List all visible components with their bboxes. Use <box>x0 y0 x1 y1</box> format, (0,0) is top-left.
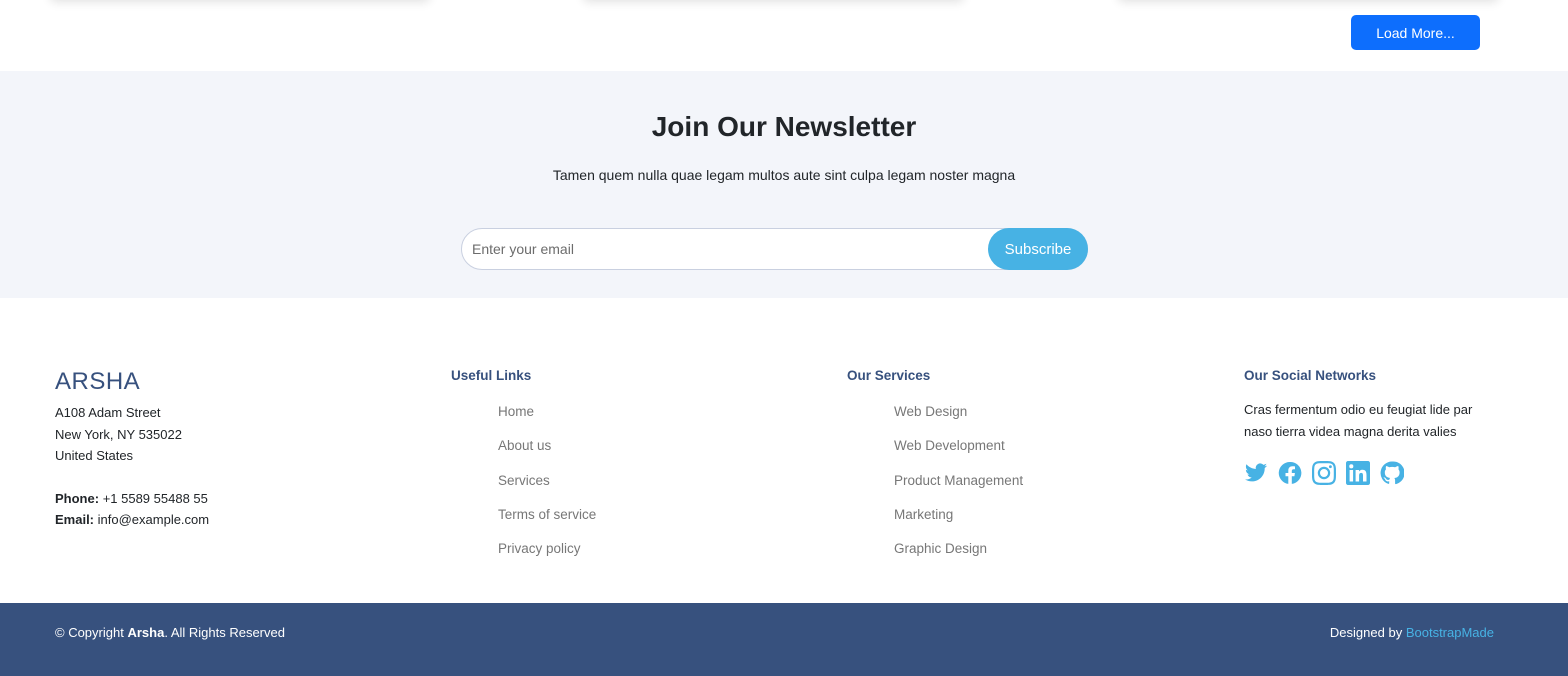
link-home[interactable]: Home <box>498 404 534 419</box>
address-line: A108 Adam Street <box>55 405 161 420</box>
address-line: United States <box>55 448 134 463</box>
services-list: Web Design Web Development Product Manag… <box>894 402 1023 573</box>
footer-link-item: Services <box>498 471 596 505</box>
facebook-icon[interactable] <box>1278 461 1302 485</box>
credits: Designed by BootstrapMade <box>1330 625 1494 640</box>
social-icons <box>1244 461 1405 485</box>
designed-by-label: Designed by <box>1329 625 1403 640</box>
newsletter-title: Join Our Newsletter <box>651 111 917 142</box>
footer-brand: ARSHA <box>55 368 141 395</box>
link-web-design[interactable]: Web Design <box>894 404 967 419</box>
phone-line: Phone: +1 5589 55488 55 <box>55 488 209 510</box>
copyright-suffix: . All Rights Reserved <box>164 625 285 640</box>
social-networks-title: Our Social Networks <box>1244 368 1377 383</box>
github-icon[interactable] <box>1380 461 1405 485</box>
link-about-us[interactable]: About us <box>498 438 551 453</box>
footer-link-item: Home <box>498 402 596 436</box>
designer-link[interactable]: BootstrapMade <box>1406 625 1494 640</box>
useful-links-list: Home About us Services Terms of service … <box>498 402 596 573</box>
link-marketing[interactable]: Marketing <box>894 507 953 522</box>
newsletter-section: Join Our Newsletter Tamen quem nulla qua… <box>0 71 1568 298</box>
phone-label: Phone: <box>55 490 100 506</box>
footer-link-item: Terms of service <box>498 505 596 539</box>
email-input[interactable] <box>462 229 989 269</box>
footer-link-item: About us <box>498 436 596 470</box>
footer-link-item: Marketing <box>894 505 1023 539</box>
newsletter-subtitle: Tamen quem nulla quae legam multos aute … <box>552 167 1016 183</box>
email-value: info@example.com <box>97 512 210 527</box>
useful-links-title: Useful Links <box>451 368 532 383</box>
our-services-title: Our Services <box>847 368 931 383</box>
subscribe-form: Subscribe <box>461 228 1088 270</box>
instagram-icon[interactable] <box>1312 461 1336 485</box>
copyright: © Copyright Arsha. All Rights Reserved <box>55 625 285 640</box>
footer-top: ARSHA A108 Adam Street New York, NY 5350… <box>0 298 1568 603</box>
footer-link-item: Web Development <box>894 436 1023 470</box>
link-terms-of-service[interactable]: Terms of service <box>498 507 596 522</box>
twitter-icon[interactable] <box>1244 461 1268 485</box>
footer-link-item: Product Management <box>894 471 1023 505</box>
link-web-development[interactable]: Web Development <box>894 438 1005 453</box>
copyright-prefix: © Copyright <box>55 625 124 640</box>
copyright-brand: Arsha <box>127 625 165 640</box>
link-product-management[interactable]: Product Management <box>894 473 1023 488</box>
footer-contact: A108 Adam Street New York, NY 535022 Uni… <box>55 402 209 531</box>
phone-value: +1 5589 55488 55 <box>102 490 208 506</box>
link-graphic-design[interactable]: Graphic Design <box>894 541 987 556</box>
footer-link-item: Privacy policy <box>498 539 596 573</box>
footer-link-item: Graphic Design <box>894 539 1023 573</box>
link-privacy-policy[interactable]: Privacy policy <box>498 541 581 556</box>
linkedin-icon[interactable] <box>1346 461 1370 485</box>
subscribe-button[interactable]: Subscribe <box>988 228 1088 270</box>
email-line: Email: info@example.com <box>55 509 209 531</box>
portfolio-bottom-strip: Load More... <box>0 0 1568 71</box>
link-services[interactable]: Services <box>498 473 550 488</box>
email-label: Email: <box>55 512 95 527</box>
footer-bottom: © Copyright Arsha. All Rights Reserved D… <box>0 603 1568 676</box>
load-more-button[interactable]: Load More... <box>1351 15 1480 50</box>
address-line: New York, NY 535022 <box>55 426 182 442</box>
footer-link-item: Web Design <box>894 402 1023 436</box>
social-description: Cras fermentum odio eu feugiat lide par … <box>1244 402 1473 439</box>
